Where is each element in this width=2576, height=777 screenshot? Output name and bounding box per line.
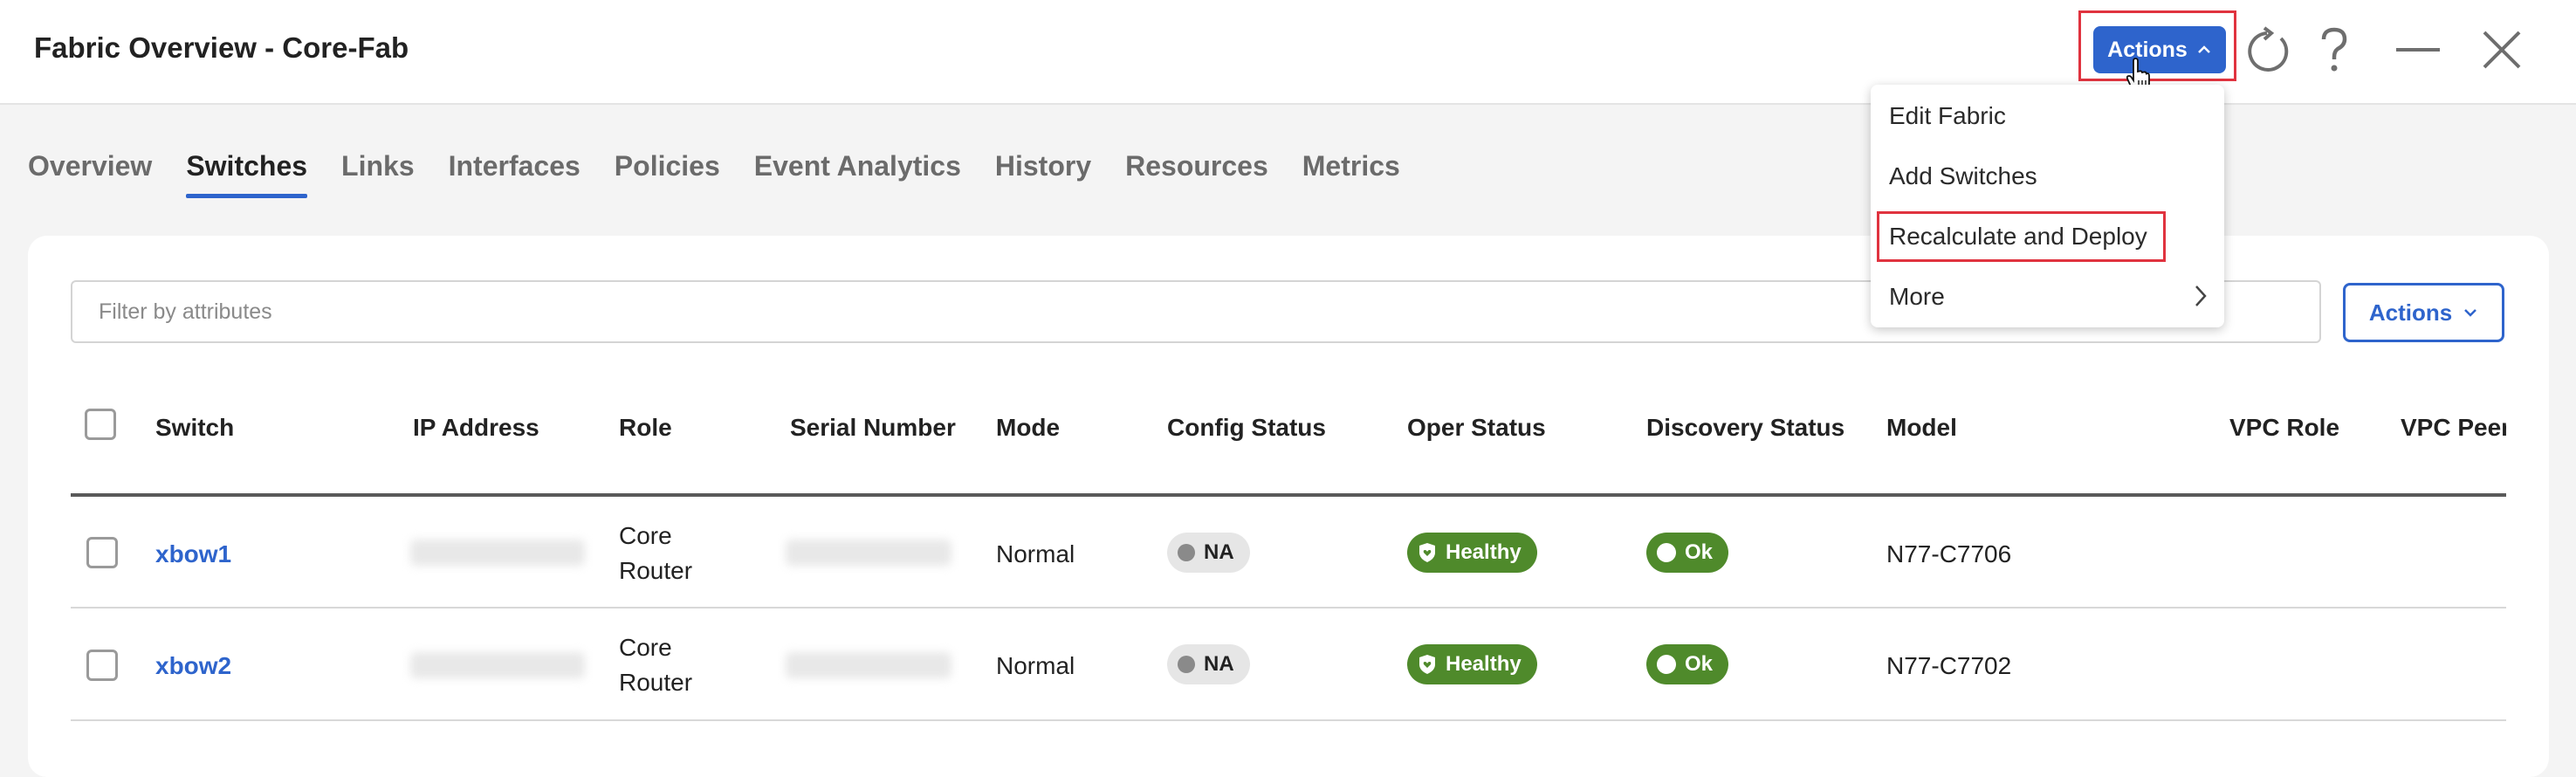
role-cell: Core Router	[619, 630, 692, 700]
table-actions-label: Actions	[2368, 299, 2453, 326]
discovery-status-badge: Ok	[1646, 644, 1729, 684]
col-ip-address[interactable]: IP Address	[413, 414, 539, 442]
shield-heart-icon	[1419, 543, 1435, 562]
discovery-status-label: Ok	[1685, 540, 1714, 564]
serial-number-redacted	[786, 540, 951, 566]
col-role[interactable]: Role	[619, 414, 672, 442]
col-discovery-status[interactable]: Discovery Status	[1646, 414, 1844, 442]
status-dot-icon	[1657, 655, 1676, 674]
page-title: Fabric Overview - Core-Fab	[34, 31, 409, 64]
menu-item-edit-fabric[interactable]: Edit Fabric	[1889, 102, 2006, 130]
row-divider	[71, 607, 2506, 609]
chevron-down-icon	[2464, 309, 2477, 317]
select-all-checkbox[interactable]	[85, 409, 116, 440]
tab-interfaces[interactable]: Interfaces	[449, 150, 580, 199]
oper-status-badge: Healthy	[1407, 533, 1537, 573]
mode-cell: Normal	[996, 540, 1075, 567]
shield-heart-icon	[1419, 655, 1435, 674]
discovery-status-badge: Ok	[1646, 533, 1729, 573]
tab-switches[interactable]: Switches	[186, 150, 307, 199]
role-line2: Router	[619, 557, 693, 584]
status-dot-icon	[1178, 544, 1195, 561]
model-cell: N77-C7702	[1886, 652, 2012, 679]
status-dot-icon	[1178, 656, 1195, 673]
tab-metrics[interactable]: Metrics	[1302, 150, 1400, 199]
filter-placeholder: Filter by attributes	[99, 299, 272, 324]
col-switch[interactable]: Switch	[155, 414, 234, 442]
model-cell: N77-C7706	[1886, 540, 2012, 567]
menu-item-more[interactable]: More	[1889, 283, 1945, 311]
table-actions-button[interactable]: Actions	[2343, 283, 2504, 342]
tab-overview[interactable]: Overview	[28, 150, 152, 199]
col-vpc-peer-clip: VPC Peer	[2401, 409, 2506, 447]
menu-item-recalculate-and-deploy[interactable]: Recalculate and Deploy	[1889, 223, 2147, 251]
switch-name-link[interactable]: xbow2	[155, 652, 231, 680]
tab-event-analytics[interactable]: Event Analytics	[754, 150, 961, 199]
oper-status-label: Healthy	[1446, 540, 1522, 564]
switch-name-link[interactable]: xbow1	[155, 540, 231, 568]
col-mode[interactable]: Mode	[996, 414, 1060, 442]
mode-cell: Normal	[996, 652, 1075, 679]
config-status-label: NA	[1204, 540, 1234, 564]
col-serial-number[interactable]: Serial Number	[790, 414, 956, 442]
menu-item-add-switches[interactable]: Add Switches	[1889, 162, 2037, 190]
chevron-right-icon	[2195, 285, 2207, 306]
help-icon[interactable]	[2317, 26, 2352, 73]
row-checkbox[interactable]	[86, 650, 118, 681]
tab-links[interactable]: Links	[341, 150, 415, 199]
role-line2: Router	[619, 669, 693, 696]
tab-history[interactable]: History	[995, 150, 1091, 199]
tab-bar: Overview Switches Links Interfaces Polic…	[28, 150, 1434, 203]
tab-policies[interactable]: Policies	[615, 150, 720, 199]
config-status-label: NA	[1204, 652, 1234, 676]
row-divider	[71, 719, 2506, 721]
serial-number-redacted	[786, 652, 951, 678]
tab-resources[interactable]: Resources	[1125, 150, 1268, 199]
oper-status-label: Healthy	[1446, 652, 1522, 676]
config-status-badge: NA	[1167, 533, 1250, 573]
col-model[interactable]: Model	[1886, 414, 1957, 442]
minimize-icon[interactable]	[2396, 47, 2440, 52]
header-actions-button[interactable]: Actions	[2093, 26, 2226, 73]
status-dot-icon	[1657, 543, 1676, 562]
col-config-status[interactable]: Config Status	[1167, 414, 1326, 442]
col-oper-status[interactable]: Oper Status	[1407, 414, 1546, 442]
role-cell: Core Router	[619, 519, 692, 588]
close-icon[interactable]	[2482, 30, 2522, 70]
chevron-up-icon	[2197, 45, 2210, 53]
col-vpc-peer[interactable]: VPC Peer	[2401, 414, 2506, 442]
config-status-badge: NA	[1167, 644, 1250, 684]
oper-status-badge: Healthy	[1407, 644, 1537, 684]
col-vpc-role[interactable]: VPC Role	[2229, 414, 2339, 442]
role-line1: Core	[619, 634, 672, 661]
row-checkbox[interactable]	[86, 537, 118, 568]
refresh-icon[interactable]	[2243, 26, 2294, 77]
ip-address-redacted	[410, 540, 585, 566]
header-divider	[71, 493, 2506, 497]
role-line1: Core	[619, 522, 672, 549]
ip-address-redacted	[410, 652, 585, 678]
discovery-status-label: Ok	[1685, 652, 1714, 676]
